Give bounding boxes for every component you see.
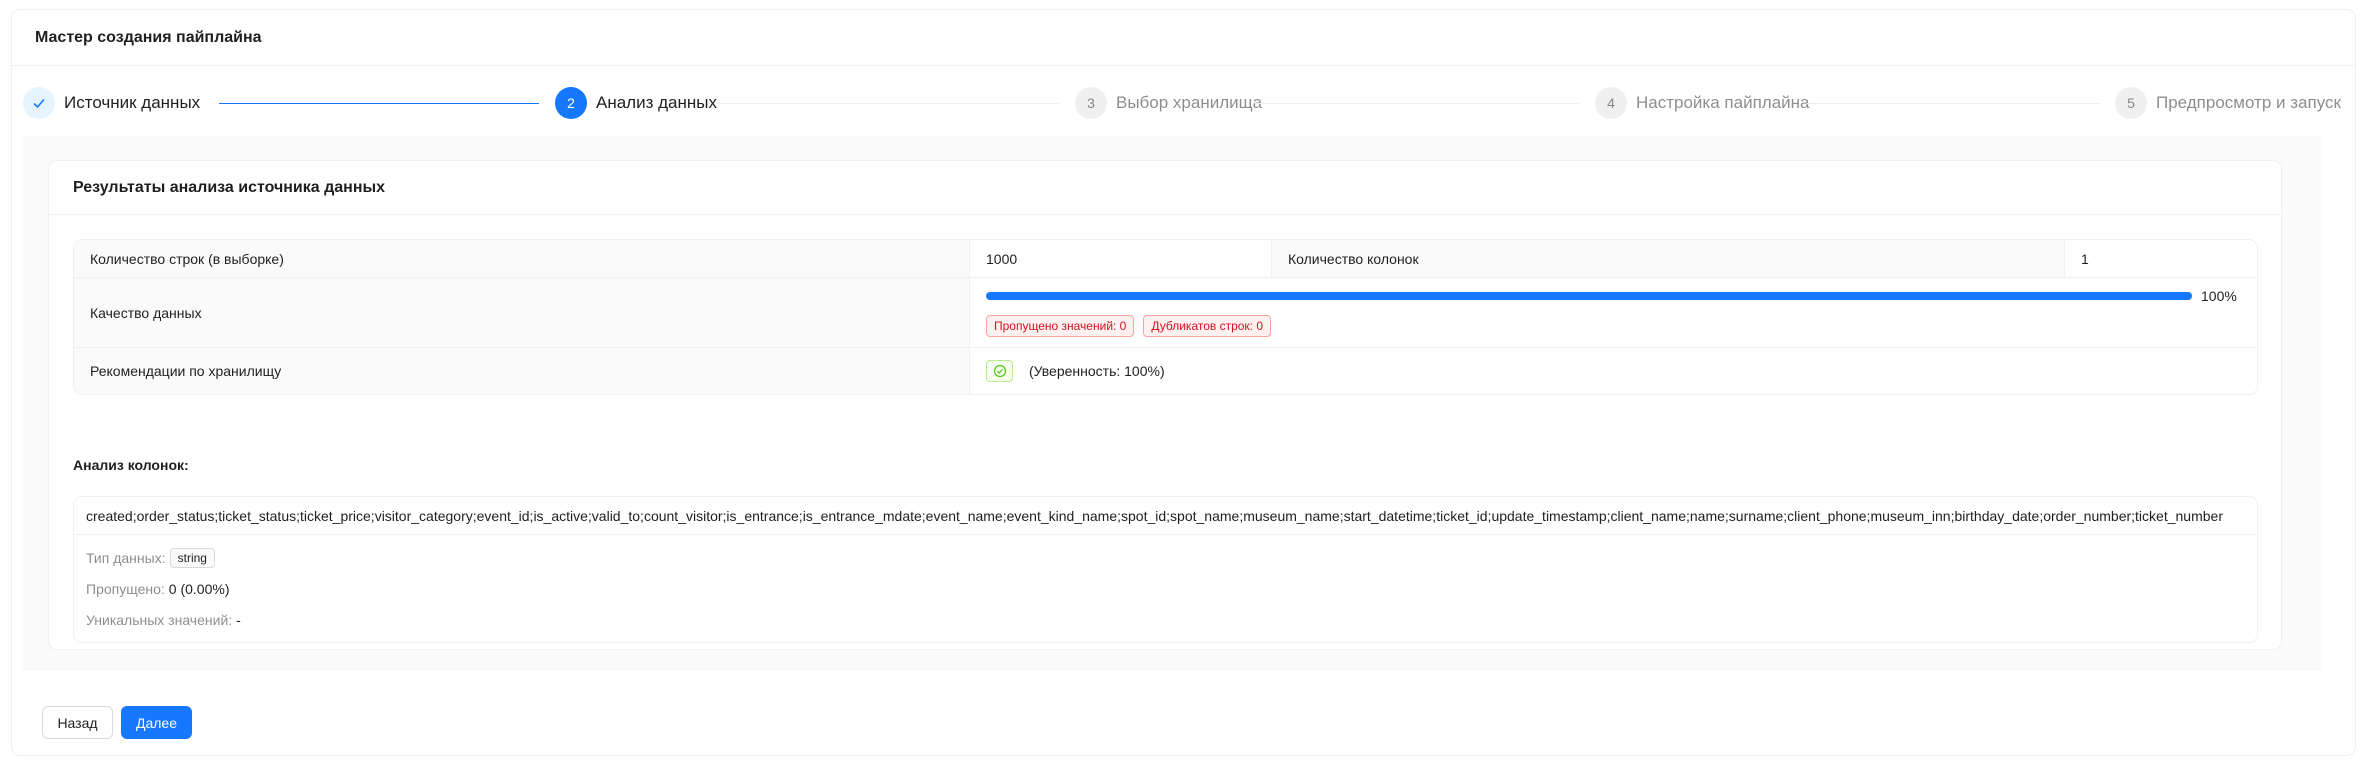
step-connector	[717, 103, 1059, 104]
step-data-source[interactable]: Источник данных	[23, 87, 200, 119]
column-card: created;order_status;ticket_status;ticke…	[73, 496, 2258, 643]
rows-count-label: Количество строк (в выборке)	[74, 240, 970, 277]
step-title: Предпросмотр и запуск	[2156, 93, 2341, 112]
step-storage-choice[interactable]: 3 Выбор хранилища	[1075, 87, 1262, 119]
duplicate-rows-tag: Дубликатов строк: 0	[1143, 315, 1272, 337]
step-number: 3	[1075, 87, 1107, 119]
column-unique: Уникальных значений: -	[86, 609, 2245, 631]
results-title: Результаты анализа источника данных	[49, 161, 2281, 215]
step-title: Настройка пайплайна	[1636, 93, 1810, 112]
unique-value: -	[236, 612, 241, 628]
summary-row-counts: Количество строк (в выборке) 1000 Количе…	[74, 240, 2257, 278]
step-preview-launch[interactable]: 5 Предпросмотр и запуск	[2115, 87, 2341, 119]
cols-count-value: 1	[2081, 250, 2089, 267]
summary-row-storage: Рекомендации по хранилищу (Уверенность: …	[74, 348, 2257, 394]
storage-value: (Уверенность: 100%)	[970, 348, 2257, 394]
storage-label: Рекомендации по хранилищу	[74, 348, 970, 394]
column-type: Тип данных: string	[86, 547, 2245, 569]
type-tag: string	[169, 548, 215, 568]
step-connector	[219, 103, 539, 104]
quality-progress: 100%	[986, 288, 2241, 304]
column-missing: Пропущено: 0 (0.00%)	[86, 578, 2245, 600]
confidence-text: (Уверенность: 100%)	[1029, 363, 1165, 379]
next-button[interactable]: Далее	[121, 706, 192, 739]
analysis-results-card: Результаты анализа источника данных Коли…	[48, 160, 2282, 650]
missing-value: 0 (0.00%)	[168, 581, 230, 597]
step-number: 4	[1595, 87, 1627, 119]
progress-fill	[986, 292, 2192, 300]
quality-value: 100% Пропущено значений: 0 Дубликатов ст…	[970, 278, 2257, 347]
step-number: 2	[555, 87, 587, 119]
step-content: Результаты анализа источника данных Коли…	[23, 136, 2321, 671]
back-button[interactable]: Назад	[42, 706, 113, 739]
missing-label: Пропущено:	[86, 581, 165, 597]
rows-count-value: 1000	[970, 240, 1272, 277]
step-title: Анализ данных	[596, 93, 717, 112]
quality-label: Качество данных	[74, 278, 970, 347]
quality-percent-text: 100%	[2201, 288, 2237, 304]
column-analysis-title: Анализ колонок:	[73, 457, 189, 473]
step-title: Выбор хранилища	[1116, 93, 1263, 112]
step-title: Источник данных	[64, 93, 201, 112]
summary-table: Количество строк (в выборке) 1000 Количе…	[73, 239, 2258, 395]
column-name: created;order_status;ticket_status;ticke…	[74, 497, 2257, 535]
step-data-analysis[interactable]: 2 Анализ данных	[555, 87, 717, 119]
step-number: 5	[2115, 87, 2147, 119]
type-label: Тип данных:	[86, 550, 166, 566]
step-connector	[1255, 103, 1579, 104]
step-connector	[1807, 103, 2100, 104]
cols-count-label: Количество колонок	[1272, 240, 2065, 277]
summary-row-quality: Качество данных 100% Пропущено значений:…	[74, 278, 2257, 348]
missing-values-tag: Пропущено значений: 0	[986, 315, 1135, 337]
unique-label: Уникальных значений:	[86, 612, 233, 628]
check-icon	[23, 87, 55, 119]
check-circle-icon	[986, 360, 1013, 382]
wizard-steps: Источник данных 2 Анализ данных 3 Выбор …	[23, 81, 2341, 131]
step-pipeline-settings[interactable]: 4 Настройка пайплайна	[1595, 87, 1810, 119]
wizard-title: Мастер создания пайплайна	[12, 10, 2355, 66]
